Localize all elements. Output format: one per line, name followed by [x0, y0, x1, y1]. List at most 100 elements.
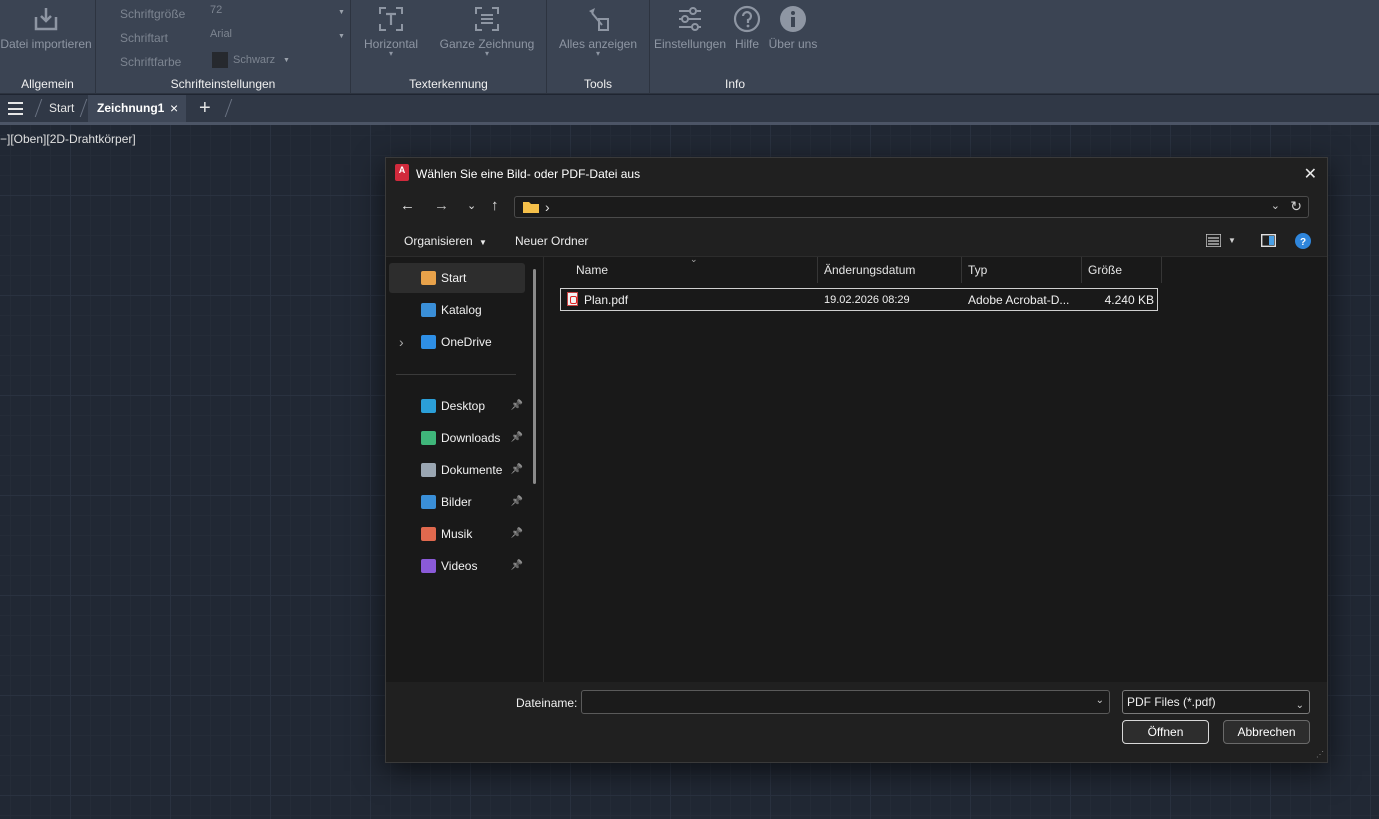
expand-chevron-icon[interactable]: › — [399, 327, 404, 357]
ribbon-group-info: Einstellungen Hilfe Über uns Info — [650, 0, 820, 94]
download-icon — [421, 431, 436, 445]
column-header-type[interactable]: Typ — [962, 257, 1082, 283]
file-type-filter-select[interactable]: PDF Files (*.pdf) ⌄ — [1122, 690, 1310, 714]
color-swatch[interactable] — [212, 52, 228, 68]
ribbon-group-tools: Alles anzeigen ▾ Tools — [547, 0, 650, 94]
help-icon[interactable]: ? — [1295, 233, 1311, 249]
filter-value: PDF Files (*.pdf) — [1127, 695, 1216, 709]
dialog-titlebar: A Wählen Sie eine Bild- oder PDF-Datei a… — [386, 158, 1327, 189]
address-bar[interactable]: › ⌄ ↻ — [514, 196, 1309, 218]
pin-icon: 📌 — [510, 528, 523, 539]
viewport-label[interactable]: −][Oben][2D-Drahtkörper] — [0, 132, 136, 146]
tab-label: Zeichnung1 — [97, 101, 165, 115]
recent-locations-chevron-icon[interactable]: ⌄ — [467, 199, 476, 212]
ribbon-group-schrift: Schriftgröße 72 ▼ Schriftart Arial ▼ Sch… — [96, 0, 351, 94]
view-options-icon[interactable] — [1206, 234, 1221, 247]
new-folder-button[interactable]: Neuer Ordner — [515, 234, 588, 248]
open-button[interactable]: Öffnen — [1122, 720, 1209, 744]
font-size-label: Schriftgröße — [120, 7, 186, 21]
view-chevron-down-icon[interactable]: ▼ — [1228, 236, 1236, 245]
sidebar-item-desktop[interactable]: Desktop 📌 — [389, 391, 525, 421]
font-family-select[interactable]: Arial — [210, 28, 232, 40]
font-color-select[interactable]: Schwarz — [233, 54, 275, 66]
chevron-down-icon: ▼ — [283, 57, 290, 64]
up-arrow-icon[interactable]: ↑ — [491, 197, 499, 214]
file-size: 4.240 KB — [1104, 293, 1154, 307]
sidebar-item-dokumente[interactable]: Dokumente 📌 — [389, 455, 525, 485]
add-tab-icon[interactable]: + — [199, 95, 211, 122]
about-label: Über uns — [768, 37, 818, 51]
navigation-pane: Start Katalog › OneDrive Desktop 📌 Downloads 📌 D… — [386, 257, 544, 682]
caret-down-icon: ▾ — [484, 49, 489, 58]
horizontal-button[interactable]: Horizontal ▾ — [359, 5, 423, 58]
close-tab-icon[interactable]: × — [170, 95, 178, 122]
open-file-dialog: A Wählen Sie eine Bild- oder PDF-Datei a… — [385, 157, 1328, 763]
pictures-icon — [421, 495, 436, 509]
help-button[interactable]: Hilfe — [730, 5, 764, 51]
chevron-down-icon[interactable]: ⌄ — [1096, 695, 1104, 706]
sidebar-item-start[interactable]: Start — [389, 263, 525, 293]
folder-icon — [523, 202, 539, 213]
sidebar-item-label: Katalog — [441, 303, 482, 317]
menu-icon[interactable] — [8, 102, 23, 115]
video-icon — [421, 559, 436, 573]
back-arrow-icon[interactable]: ← — [400, 197, 415, 214]
pin-icon: 📌 — [510, 400, 523, 411]
document-icon — [421, 463, 436, 477]
import-file-button[interactable]: Datei importieren — [0, 5, 92, 51]
navigation-bar: ← → ⌄ ↑ › ⌄ ↻ — [386, 189, 1327, 225]
cancel-button[interactable]: Abbrechen — [1223, 720, 1310, 744]
address-history-chevron-icon[interactable]: ⌄ — [1271, 199, 1280, 212]
column-header-name[interactable]: Name — [570, 257, 818, 283]
sidebar-item-label: Dokumente — [441, 463, 503, 477]
text-recognition-icon — [379, 7, 403, 31]
sidebar-item-bilder[interactable]: Bilder 📌 — [389, 487, 525, 517]
sidebar-item-videos[interactable]: Videos 📌 — [389, 551, 525, 581]
font-color-label: Schriftfarbe — [120, 55, 182, 69]
organize-button[interactable]: Organisieren ▼ — [404, 234, 487, 248]
document-tabbar: Start Zeichnung1 × + — [0, 95, 1379, 122]
sidebar-item-katalog[interactable]: Katalog — [389, 295, 525, 325]
sidebar-item-downloads[interactable]: Downloads 📌 — [389, 423, 525, 453]
sidebar-item-label: Musik — [441, 527, 473, 541]
import-icon — [34, 8, 58, 31]
ribbon-group-allgemein: Datei importieren Allgemein — [0, 0, 96, 94]
font-size-select[interactable]: 72 — [210, 4, 222, 16]
file-row[interactable]: Plan.pdf 19.02.2026 08:29 Adobe Acrobat-… — [560, 288, 1158, 311]
tab-start[interactable]: Start — [49, 95, 74, 122]
preview-pane-icon[interactable] — [1261, 234, 1276, 247]
gallery-icon — [421, 303, 436, 317]
show-all-icon — [589, 8, 609, 31]
group-label-texterkennung: Texterkennung — [409, 77, 488, 91]
music-icon — [421, 527, 436, 541]
sidebar-item-onedrive[interactable]: › OneDrive — [389, 327, 525, 357]
file-type: Adobe Acrobat-D... — [968, 293, 1070, 307]
tab-divider — [224, 99, 233, 117]
column-header-date[interactable]: Änderungsdatum — [818, 257, 962, 283]
caret-down-icon: ▾ — [595, 49, 600, 58]
filename-input[interactable]: ⌄ — [581, 690, 1110, 714]
close-dialog-button[interactable]: ✕ — [1304, 164, 1317, 184]
sidebar-item-musik[interactable]: Musik 📌 — [389, 519, 525, 549]
refresh-icon[interactable]: ↻ — [1290, 198, 1302, 215]
sidebar-item-label: OneDrive — [441, 335, 492, 349]
whole-drawing-button[interactable]: Ganze Zeichnung ▾ — [439, 5, 535, 58]
column-header-size[interactable]: Größe — [1082, 257, 1162, 283]
pdf-file-icon — [567, 292, 578, 306]
about-button[interactable]: Über uns — [766, 5, 820, 51]
pin-icon: 📌 — [510, 496, 523, 507]
sidebar-separator — [396, 374, 516, 375]
dialog-title: Wählen Sie eine Bild- oder PDF-Datei aus — [416, 167, 641, 181]
help-label: Hilfe — [734, 37, 759, 51]
scan-document-icon — [475, 7, 499, 31]
tab-divider — [79, 99, 88, 117]
sidebar-scrollbar[interactable] — [533, 269, 536, 484]
tab-zeichnung1[interactable]: Zeichnung1 × — [88, 95, 186, 122]
forward-arrow-icon[interactable]: → — [434, 197, 449, 214]
settings-button[interactable]: Einstellungen — [653, 5, 727, 51]
resize-grip-icon[interactable]: ⋰ — [1316, 750, 1324, 759]
show-all-button[interactable]: Alles anzeigen ▾ — [553, 5, 643, 58]
file-date: 19.02.2026 08:29 — [824, 294, 910, 306]
group-label-tools: Tools — [583, 77, 612, 91]
app-logo-icon: A — [395, 164, 409, 181]
